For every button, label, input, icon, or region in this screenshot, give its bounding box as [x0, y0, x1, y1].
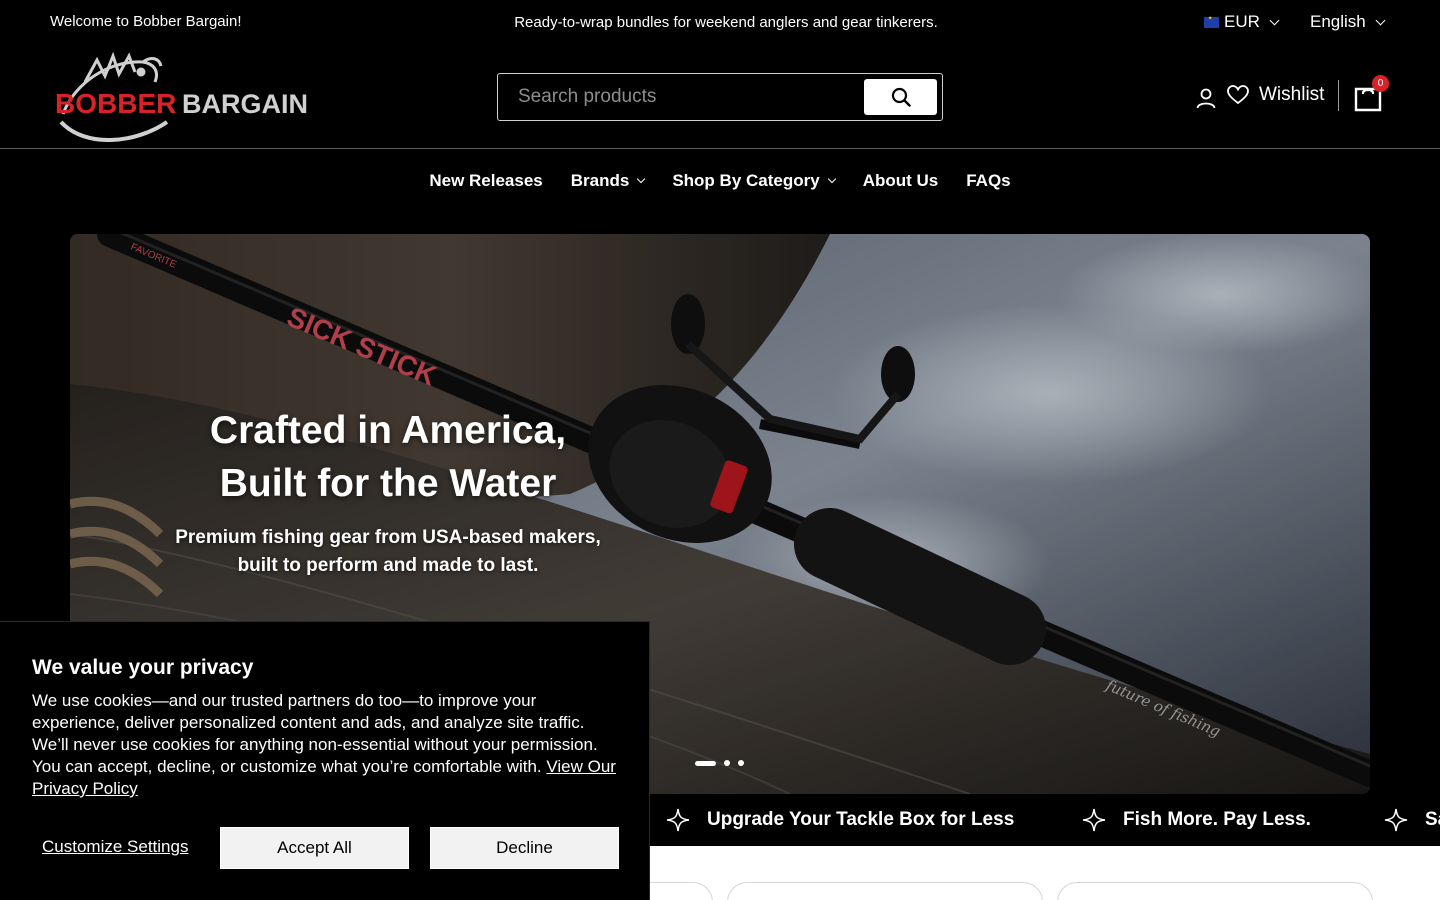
cookie-title: We value your privacy — [32, 656, 254, 679]
marquee-text: Fish More. Pay Less. — [1123, 809, 1311, 830]
slide-dot-1[interactable] — [695, 760, 716, 766]
eu-flag-icon — [1204, 13, 1219, 28]
marquee-text: Sa — [1425, 809, 1440, 830]
chevron-down-icon — [1269, 15, 1280, 25]
nav-item-label: About Us — [862, 171, 939, 190]
sparkle-icon — [666, 808, 690, 832]
nav-item-new-releases[interactable]: New Releases — [429, 171, 542, 191]
cookie-banner: We value your privacy We use cookies—and… — [0, 621, 650, 900]
decline-button[interactable]: Decline — [430, 827, 619, 869]
hero-title-line2: Built for the Water — [219, 462, 557, 505]
customize-settings-button[interactable]: Customize Settings — [42, 837, 188, 857]
marquee-text: Upgrade Your Tackle Box for Less — [707, 809, 1015, 830]
sparkle-icon — [1082, 808, 1106, 832]
slide-dot-2[interactable] — [724, 760, 730, 766]
logo-text-bargain: BARGAIN — [182, 89, 308, 119]
search-bar — [497, 73, 943, 121]
search-input[interactable] — [499, 75, 859, 119]
nav-item-label: FAQs — [966, 171, 1011, 190]
nav-item-label: New Releases — [429, 171, 543, 190]
category-card[interactable] — [727, 882, 1043, 900]
nav-item-about-us[interactable]: About Us — [863, 171, 939, 191]
cookie-body-text: We use cookies—and our trusted partners … — [32, 691, 598, 776]
nav-item-label: Brands — [570, 171, 630, 190]
marquee-item: Sa — [1384, 808, 1440, 832]
account-icon[interactable] — [1195, 87, 1217, 109]
search-button[interactable] — [864, 79, 937, 115]
nav-item-shop-by-category[interactable]: Shop By Category — [672, 171, 836, 191]
main-nav: New Releases Brands Shop By Category Abo… — [0, 150, 1440, 212]
nav-item-brands[interactable]: Brands — [570, 171, 646, 191]
cart-count-badge: 0 — [1372, 75, 1389, 92]
language-selector[interactable]: English — [1310, 12, 1386, 32]
search-icon — [891, 87, 911, 107]
hero-title: Crafted in America, Built for the Water — [188, 404, 588, 510]
sparkle-icon — [1384, 808, 1408, 832]
language-label: English — [1310, 12, 1366, 31]
site-header: BOBBER BARGAIN Wishlist 0 — [0, 44, 1440, 149]
chevron-down-icon — [827, 174, 836, 184]
hero-subtitle: Premium fishing gear from USA-based make… — [160, 524, 616, 580]
currency-selector[interactable]: EUR — [1204, 12, 1280, 32]
nav-item-label: Shop By Category — [672, 171, 820, 190]
announcement-bar: Welcome to Bobber Bargain! Ready-to-wrap… — [0, 0, 1440, 44]
nav-item-faqs[interactable]: FAQs — [966, 171, 1010, 191]
accept-all-button[interactable]: Accept All — [220, 827, 409, 869]
currency-label: EUR — [1224, 12, 1260, 31]
marquee-item: Upgrade Your Tackle Box for Less — [666, 808, 1014, 832]
chevron-down-icon — [637, 174, 646, 184]
marquee-item: Fish More. Pay Less. — [1082, 808, 1311, 832]
hero-subtitle-line2: built to perform and made to last. — [237, 555, 539, 576]
slide-dot-3[interactable] — [738, 760, 744, 766]
wishlist-label: Wishlist — [1259, 84, 1325, 105]
logo-text-bobber: BOBBER — [55, 88, 176, 119]
logo[interactable]: BOBBER BARGAIN — [55, 52, 325, 142]
hero-subtitle-line1: Premium fishing gear from USA-based make… — [175, 527, 601, 548]
wishlist-link[interactable]: Wishlist — [1227, 84, 1324, 106]
heart-icon — [1227, 85, 1249, 105]
cookie-body: We use cookies—and our trusted partners … — [32, 690, 622, 800]
chevron-down-icon — [1375, 15, 1386, 25]
category-card[interactable] — [1057, 882, 1373, 900]
hero-title-line1: Crafted in America, — [209, 409, 567, 452]
slide-dots — [695, 760, 752, 766]
header-divider — [1338, 80, 1339, 111]
